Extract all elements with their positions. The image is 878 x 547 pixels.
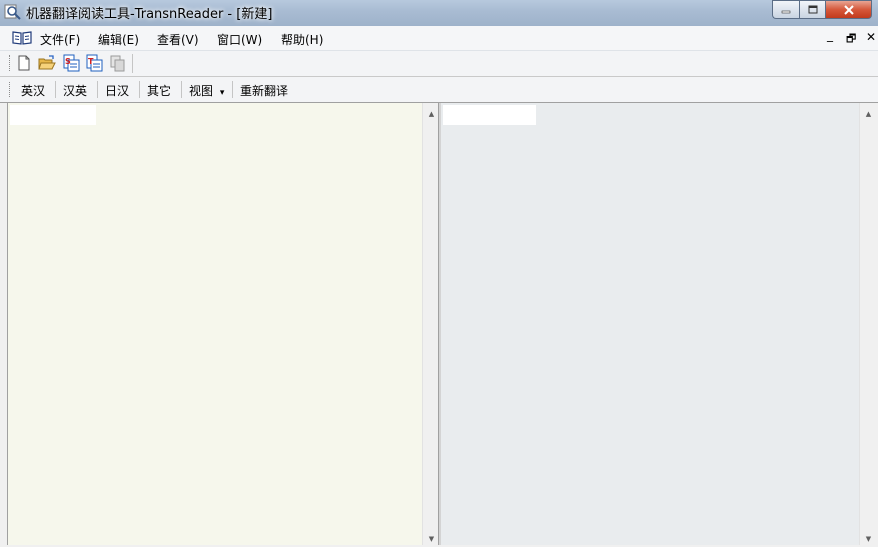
menu-help[interactable]: 帮助(H): [281, 31, 323, 48]
window-title: 机器翻译阅读工具-TransnReader - [新建]: [26, 7, 273, 22]
menu-edit[interactable]: 编辑(E): [98, 31, 139, 48]
window-titlebar: 机器翻译阅读工具-TransnReader - [新建]: [0, 0, 878, 26]
toolbar-grip[interactable]: [9, 82, 12, 97]
translate-source-icon[interactable]: S: [62, 54, 80, 72]
svg-text:T: T: [88, 57, 94, 66]
maximize-icon: [808, 5, 817, 13]
chevron-down-icon: ▾: [219, 88, 225, 98]
ja-zh-button[interactable]: 日汉: [105, 82, 129, 99]
minimize-button[interactable]: [772, 0, 799, 19]
open-folder-icon[interactable]: [38, 54, 56, 72]
language-toolbar: 英汉 汉英 日汉 其它 视图 ▾ 重新翻译: [0, 77, 878, 103]
translate-target-icon[interactable]: T: [85, 54, 103, 72]
view-dropdown-button[interactable]: 视图 ▾: [189, 82, 224, 99]
close-button[interactable]: [826, 0, 872, 19]
svg-text:S: S: [65, 57, 71, 66]
toolbar-separator: [139, 81, 140, 98]
scroll-down-icon[interactable]: ▼: [860, 530, 877, 547]
standard-toolbar: S T: [0, 51, 878, 77]
translation-pane[interactable]: [441, 103, 859, 545]
left-frame-edge: [0, 103, 7, 545]
source-text-pane[interactable]: [7, 103, 424, 545]
toolbar-separator: [181, 81, 182, 98]
toolbar-separator: [97, 81, 98, 98]
maximize-button[interactable]: [799, 0, 826, 19]
view-dropdown-label: 视图: [189, 84, 214, 98]
minimize-icon: [781, 10, 791, 13]
toolbar-separator: [232, 81, 233, 98]
mdi-minimize-button[interactable]: _: [827, 28, 833, 42]
scroll-up-icon[interactable]: ▲: [860, 105, 877, 122]
menu-view[interactable]: 查看(V): [157, 31, 199, 48]
source-text-cursor-area[interactable]: [10, 105, 96, 125]
book-icon[interactable]: [12, 30, 32, 45]
mdi-close-button[interactable]: ✕: [866, 30, 876, 44]
en-zh-button[interactable]: 英汉: [21, 82, 45, 99]
toolbar-separator: [132, 54, 133, 73]
menu-bar: 文件(F) 编辑(E) 查看(V) 窗口(W) 帮助(H) _ 🗗 ✕: [0, 26, 878, 51]
toolbar-separator: [55, 81, 56, 98]
translation-cursor-area[interactable]: [443, 105, 536, 125]
menu-window[interactable]: 窗口(W): [217, 31, 262, 48]
other-language-button[interactable]: 其它: [147, 82, 171, 99]
app-magnifier-icon: [4, 3, 22, 21]
caption-buttons: [772, 0, 872, 19]
menu-file[interactable]: 文件(F): [40, 31, 80, 48]
zh-en-button[interactable]: 汉英: [63, 82, 87, 99]
translation-pane-scrollbar[interactable]: ▲ ▼: [859, 103, 878, 545]
mdi-restore-button[interactable]: 🗗: [846, 30, 856, 49]
toolbar-grip[interactable]: [9, 55, 12, 71]
close-icon: [843, 4, 854, 15]
new-document-icon[interactable]: [15, 54, 33, 72]
retranslate-button[interactable]: 重新翻译: [240, 82, 288, 99]
copy-disabled-icon[interactable]: [109, 54, 127, 72]
